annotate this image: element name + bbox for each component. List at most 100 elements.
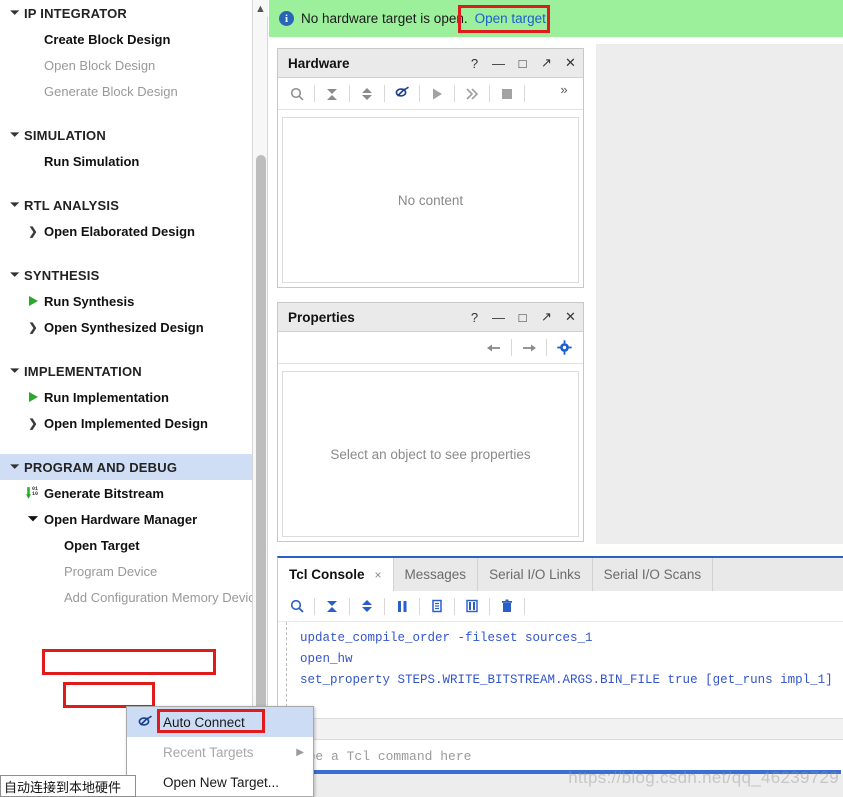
tcl-console-panel: Tcl Console × Messages Serial I/O Links … [277, 556, 843, 797]
nav-item-run-simulation[interactable]: Run Simulation [0, 148, 252, 174]
back-arrow-icon[interactable] [481, 336, 507, 360]
search-icon[interactable] [284, 594, 310, 618]
search-icon[interactable] [284, 82, 310, 106]
flow-navigator: ⏷ IP INTEGRATOR Create Block Design Open… [0, 0, 252, 797]
more-icon[interactable]: » [551, 82, 577, 106]
hardware-panel-toolbar: » [278, 78, 583, 110]
nav-item-label: Generate Block Design [44, 83, 178, 99]
flow-navigator-scrollbar[interactable]: ▲ [252, 0, 268, 797]
auto-connect-icon [127, 715, 163, 730]
hardware-panel: Hardware ? — □ ↗ ✕ » No content [277, 48, 584, 288]
hardware-empty-text: No content [397, 192, 464, 208]
collapse-icon[interactable] [319, 594, 345, 618]
banner-message: No hardware target is open. [301, 11, 468, 26]
minimize-icon[interactable]: — [492, 310, 505, 325]
nav-section-simulation[interactable]: ⏷ SIMULATION [0, 122, 252, 148]
hardware-status-banner: i No hardware target is open. Open targe… [269, 0, 843, 37]
properties-panel-titlebar: Properties ? — □ ↗ ✕ [278, 303, 583, 332]
chevron-down-icon: ⏷ [10, 364, 20, 377]
step-icon[interactable] [459, 82, 485, 106]
clear-icon[interactable] [494, 594, 520, 618]
context-menu-item-open-new-target[interactable]: Open New Target... [127, 767, 313, 797]
toolbar-separator [314, 597, 315, 615]
maximize-icon[interactable]: □ [516, 310, 529, 325]
tcl-log-line: update_compile_order -fileset sources_1 [300, 631, 593, 645]
chevron-right-icon: ❯ [28, 321, 38, 334]
nav-item-generate-bitstream[interactable]: 01 10 Generate Bitstream [0, 480, 252, 506]
pause-icon[interactable] [389, 594, 415, 618]
play-icon [22, 296, 44, 306]
expand-all-icon[interactable] [354, 82, 380, 106]
toolbar-separator [511, 339, 512, 356]
nav-item-label: Open Implemented Design [44, 415, 208, 431]
maximize-icon[interactable]: □ [516, 56, 529, 71]
stop-icon[interactable] [494, 82, 520, 106]
scroll-up-icon[interactable]: ▲ [253, 0, 268, 17]
expand-icon[interactable] [354, 594, 380, 618]
nav-section-rtl-analysis[interactable]: ⏷ RTL ANALYSIS [0, 192, 252, 218]
nav-item-open-synthesized-design[interactable]: ❯ Open Synthesized Design [0, 314, 252, 340]
nav-item-open-block-design[interactable]: Open Block Design [0, 52, 252, 78]
context-menu-item-label: Recent Targets [163, 744, 254, 760]
nav-item-label: Create Block Design [44, 31, 171, 47]
tab-tcl-console[interactable]: Tcl Console × [278, 558, 394, 591]
nav-item-label: Open Synthesized Design [44, 319, 204, 335]
nav-item-open-target[interactable]: Open Target [0, 532, 252, 558]
tab-messages[interactable]: Messages [394, 558, 479, 591]
tab-serial-io-scans[interactable]: Serial I/O Scans [593, 558, 714, 591]
context-menu-item-recent-targets[interactable]: Recent Targets ▶ [127, 737, 313, 767]
help-icon[interactable]: ? [468, 310, 481, 325]
minimize-icon[interactable]: — [492, 56, 505, 71]
forward-arrow-icon[interactable] [516, 336, 542, 360]
float-icon[interactable]: ↗ [540, 55, 553, 71]
nav-section-ip-integrator[interactable]: ⏷ IP INTEGRATOR [0, 0, 252, 26]
chevron-right-icon: ❯ [28, 417, 38, 430]
nav-item-generate-block-design[interactable]: Generate Block Design [0, 78, 252, 104]
nav-item-run-implementation[interactable]: Run Implementation [0, 384, 252, 410]
nav-section-synthesis[interactable]: ⏷ SYNTHESIS [0, 262, 252, 288]
toolbar-separator [419, 597, 420, 615]
tooltip-text: 自动连接到本地硬件 [4, 779, 122, 795]
nav-section-program-and-debug[interactable]: ⏷ PROGRAM AND DEBUG [0, 454, 252, 480]
nav-item-open-elaborated-design[interactable]: ❯ Open Elaborated Design [0, 218, 252, 244]
close-icon[interactable]: × [375, 568, 382, 582]
help-icon[interactable]: ? [468, 56, 481, 71]
nav-section-label: RTL ANALYSIS [24, 197, 120, 213]
context-menu-item-auto-connect[interactable]: Auto Connect [127, 707, 313, 737]
toolbar-separator [349, 597, 350, 615]
wrap-icon[interactable] [459, 594, 485, 618]
open-target-link[interactable]: Open target [475, 11, 546, 26]
nav-item-create-block-design[interactable]: Create Block Design [0, 26, 252, 52]
tcl-command-input[interactable]: Type a Tcl command here [278, 741, 843, 771]
properties-panel-toolbar [278, 332, 583, 364]
properties-panel: Properties ? — □ ↗ ✕ Select an object to… [277, 302, 584, 542]
tcl-input-placeholder: Type a Tcl command here [292, 748, 472, 764]
properties-panel-title: Properties [288, 309, 355, 325]
collapse-all-icon[interactable] [319, 82, 345, 106]
nav-item-open-implemented-design[interactable]: ❯ Open Implemented Design [0, 410, 252, 436]
auto-connect-icon[interactable] [389, 82, 415, 106]
tab-serial-io-links[interactable]: Serial I/O Links [478, 558, 593, 591]
gear-icon[interactable] [551, 336, 577, 360]
nav-item-program-device[interactable]: Program Device [0, 558, 252, 584]
run-icon[interactable] [424, 82, 450, 106]
tcl-log-line: open_hw [300, 652, 353, 666]
nav-item-add-configuration-memory-device[interactable]: Add Configuration Memory Device [0, 584, 252, 610]
nav-section-label: SIMULATION [24, 127, 106, 143]
close-icon[interactable]: ✕ [564, 309, 577, 325]
float-icon[interactable]: ↗ [540, 309, 553, 325]
nav-item-label: Run Synthesis [44, 293, 135, 309]
tab-label: Serial I/O Scans [603, 567, 702, 582]
nav-item-open-hardware-manager[interactable]: ⏷ Open Hardware Manager [0, 506, 252, 532]
chevron-down-icon: ⏷ [10, 128, 20, 141]
play-icon [22, 392, 44, 402]
nav-item-run-synthesis[interactable]: Run Synthesis [0, 288, 252, 314]
close-icon[interactable]: ✕ [564, 55, 577, 71]
copy-icon[interactable] [424, 594, 450, 618]
scrollbar-thumb[interactable] [256, 155, 266, 755]
nav-section-implementation[interactable]: ⏷ IMPLEMENTATION [0, 358, 252, 384]
tcl-console-horizontal-scrollbar[interactable]: ‹ [278, 718, 843, 740]
